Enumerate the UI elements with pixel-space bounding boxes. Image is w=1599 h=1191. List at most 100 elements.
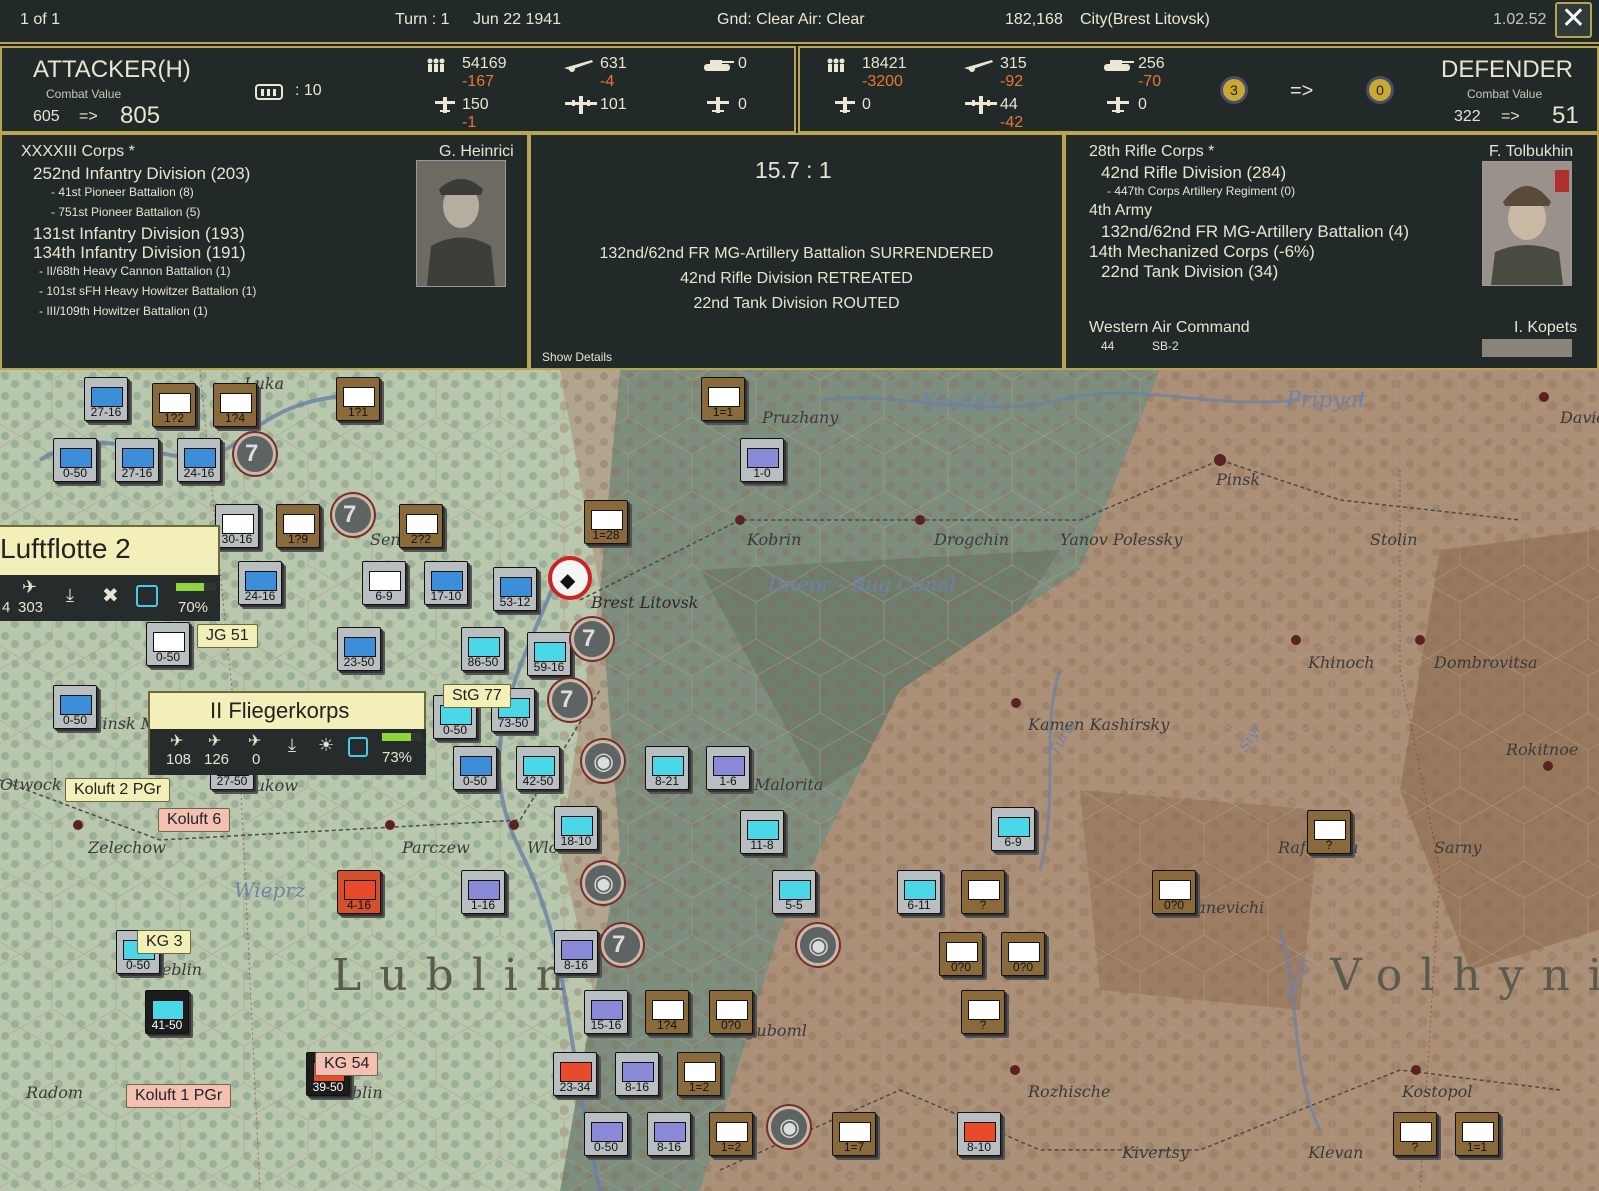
unit-counter[interactable]: 24-16 [238,561,282,605]
target-icon[interactable] [136,585,158,607]
unit-counter[interactable]: 5-5 [772,870,816,914]
attacker-unit-line[interactable]: - 41st Pioneer Battalion (8) [51,185,194,199]
unit-counter[interactable]: 1=1 [1455,1112,1499,1156]
unit-counter[interactable]: 1?9 [276,504,320,548]
unit-counter[interactable]: 0-50 [146,622,190,666]
unit-counter[interactable]: 1=7 [832,1112,876,1156]
air-unit-tag[interactable]: StG 77 [443,684,511,708]
target-icon[interactable] [348,737,368,757]
unit-counter[interactable]: 11-8 [740,810,784,854]
unit-counter[interactable]: 53-12 [493,567,537,611]
unit-counter[interactable]: 18-10 [554,806,598,850]
show-details-button[interactable]: Show Details [542,350,612,364]
unit-counter[interactable]: 23-50 [337,627,381,671]
unit-counter[interactable]: 1-6 [706,746,750,790]
unit-counter[interactable]: 1-0 [740,438,784,482]
unit-counter[interactable]: 0?0 [939,932,983,976]
unit-counter[interactable]: 30-16 [215,504,259,548]
air-unit-tag[interactable]: Koluft 2 PGr [65,778,171,802]
unit-counter[interactable]: 1-16 [461,870,505,914]
attacker-unit-line[interactable]: - III/109th Howitzer Battalion (1) [39,304,208,318]
luftflotte-panel[interactable]: Luftflotte 2 4 303 ✈ ⤓ ✖ 70% [0,525,220,621]
unit-counter[interactable]: 41-50 [145,990,189,1034]
unit-counter[interactable]: 0?0 [709,990,753,1034]
unit-counter[interactable]: 1=2 [677,1052,721,1096]
unit-counter[interactable]: 27-16 [84,377,128,421]
unit-counter[interactable]: 6-11 [897,870,941,914]
unit-counter[interactable]: ? [1307,810,1351,854]
unit-counter[interactable]: 1=1 [701,377,745,421]
unit-counter[interactable]: 0-50 [584,1112,628,1156]
unit-counter[interactable]: ? [961,870,1005,914]
unit-counter[interactable]: 8-16 [615,1052,659,1096]
download-icon[interactable]: ⤓ [66,585,74,606]
unit-counter[interactable]: 27-16 [115,438,159,482]
unit-counter[interactable]: 86-50 [461,627,505,671]
unit-counter[interactable]: 15-16 [584,990,628,1034]
download-icon[interactable]: ⤓ [288,735,296,756]
game-map[interactable]: Kobrin Drogchin Yanov Polessky Pinsk Sto… [0,370,1599,1191]
unit-counter[interactable]: 0-50 [53,685,97,729]
attacker-unit-line[interactable]: - 101st sFH Heavy Howitzer Battalion (1) [39,284,256,298]
defender-unit-line[interactable]: 14th Mechanized Corps (-6%) [1089,242,1315,262]
air-commander-portrait[interactable] [1482,339,1572,357]
unit-counter[interactable]: 6-9 [362,561,406,605]
air-strike-marker[interactable]: ◉ [582,862,624,904]
air-strike-marker[interactable]: 7 [332,494,374,536]
attacker-unit-line[interactable]: - 751st Pioneer Battalion (5) [51,205,200,219]
unit-counter[interactable]: 1?4 [213,383,257,427]
defender-unit-line[interactable]: - 447th Corps Artillery Regiment (0) [1107,184,1295,198]
unit-counter[interactable]: 1=28 [584,500,628,544]
air-unit-tag[interactable]: JG 51 [197,624,258,648]
air-strike-marker[interactable]: ◉ [582,740,624,782]
air-strike-marker[interactable]: 7 [601,924,643,966]
fliegerkorps-panel[interactable]: II Fliegerkorps ✈ ✈ ✈ 108 126 0 ⤓ ☀ 73% [148,691,426,775]
unit-counter[interactable]: 6-9 [991,807,1035,851]
defender-unit-line[interactable]: 22nd Tank Division (34) [1101,262,1278,282]
unit-counter[interactable]: 24-16 [177,438,221,482]
air-unit-tag[interactable]: Koluft 1 PGr [126,1084,232,1108]
unit-counter[interactable]: 8-21 [645,746,689,790]
unit-counter[interactable]: 2?2 [399,504,443,548]
defender-unit-line[interactable]: 42nd Rifle Division (284) [1101,163,1286,183]
air-unit-tag[interactable]: KG 3 [137,930,192,954]
attacker-unit-line[interactable]: 134th Infantry Division (191) [33,243,246,263]
defender-air-command[interactable]: Western Air Command [1089,319,1250,337]
air-strike-marker[interactable]: ◉ [797,924,839,966]
selected-hex-marker[interactable]: ◆ [548,556,592,600]
air-strike-marker[interactable]: 7 [549,679,591,721]
close-button[interactable]: ✕ [1555,2,1592,38]
unit-counter[interactable]: 42-50 [516,746,560,790]
unit-counter[interactable]: 4-16 [337,870,381,914]
unit-counter[interactable]: 59-16 [527,632,571,676]
air-strike-marker[interactable]: 7 [234,433,276,475]
unit-counter[interactable]: 17-10 [424,561,468,605]
cross-icon[interactable]: ✖ [102,583,119,608]
unit-counter[interactable]: 1=2 [709,1112,753,1156]
unit-counter[interactable]: ? [961,990,1005,1034]
unit-counter[interactable]: 1?2 [152,383,196,427]
unit-counter[interactable]: 0-50 [53,438,97,482]
unit-counter[interactable]: 0?0 [1001,932,1045,976]
air-strike-marker[interactable]: ◉ [768,1106,810,1148]
defender-unit-line[interactable]: 4th Army [1089,202,1152,220]
attacker-unit-line[interactable]: XXXXIII Corps * [21,143,135,161]
unit-counter[interactable]: 8-16 [554,930,598,974]
defender-unit-line[interactable]: 132nd/62nd FR MG-Artillery Battalion (4) [1101,222,1409,242]
unit-counter[interactable]: 23-34 [553,1052,597,1096]
defender-commander-portrait[interactable] [1482,161,1572,286]
air-strike-marker[interactable]: 7 [571,618,613,660]
attacker-unit-line[interactable]: 131st Infantry Division (193) [33,224,245,244]
air-unit-tag[interactable]: Koluft 6 [158,808,231,832]
unit-counter[interactable]: 8-10 [957,1112,1001,1156]
unit-counter[interactable]: 1?1 [336,377,380,421]
defender-unit-line[interactable]: 28th Rifle Corps * [1089,143,1214,161]
air-unit-tag[interactable]: KG 54 [315,1052,379,1076]
unit-counter[interactable]: ? [1393,1112,1437,1156]
unit-counter[interactable]: 0-50 [453,746,497,790]
sun-icon[interactable]: ☀ [318,735,334,756]
attacker-unit-line[interactable]: - II/68th Heavy Cannon Battalion (1) [39,264,230,278]
attacker-commander-portrait[interactable] [416,160,506,287]
attacker-unit-line[interactable]: 252nd Infantry Division (203) [33,164,250,184]
unit-counter[interactable]: 1?4 [645,990,689,1034]
